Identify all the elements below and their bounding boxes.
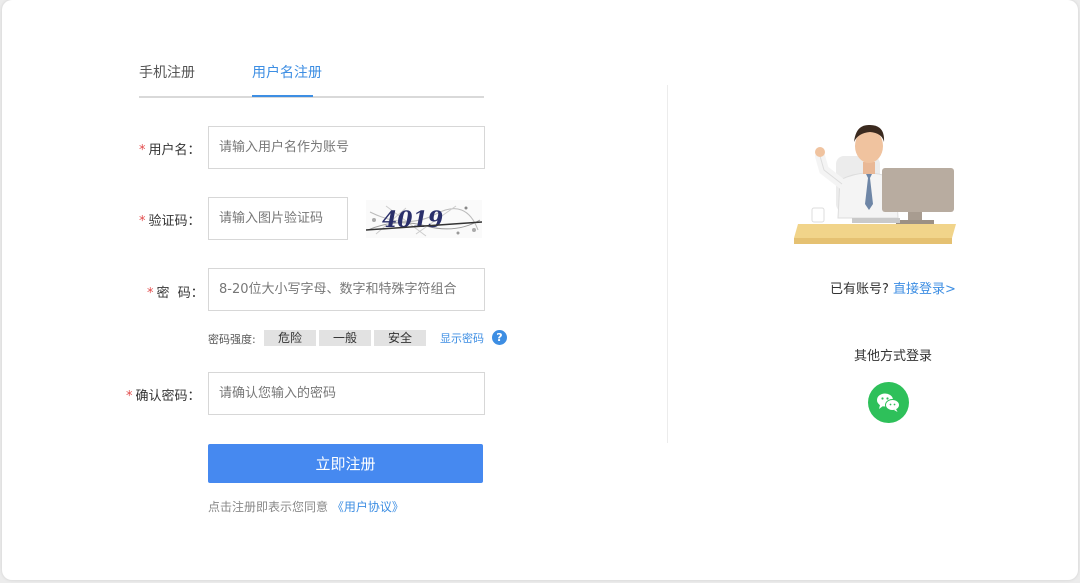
username-label-text: 用户名： bbox=[148, 143, 201, 158]
strength-level-safe: 安全 bbox=[374, 330, 426, 346]
captcha-graphic: 4019 bbox=[365, 200, 483, 238]
required-mark: * bbox=[126, 389, 133, 404]
required-mark: * bbox=[139, 143, 146, 158]
username-input[interactable] bbox=[208, 126, 485, 169]
help-icon[interactable]: ? bbox=[492, 330, 507, 345]
password-label-text: 密 码： bbox=[156, 286, 204, 301]
captcha-label-text: 验证码： bbox=[148, 214, 201, 229]
have-account-text: 已有账号? 直接登录> bbox=[830, 278, 956, 297]
strength-level-medium: 一般 bbox=[319, 330, 371, 346]
required-mark: * bbox=[139, 214, 146, 229]
password-label: * 密 码： bbox=[147, 282, 204, 301]
tab-phone-register[interactable]: 手机注册 bbox=[139, 62, 195, 82]
register-card: 手机注册 用户名注册 *用户名： *验证码： 4019 *密 码： 密码强度: … bbox=[2, 0, 1078, 580]
captcha-text: 4019 bbox=[382, 207, 443, 233]
password-input[interactable] bbox=[208, 268, 485, 311]
strength-label: 密码强度: bbox=[208, 333, 256, 346]
person-at-desk-illustration bbox=[794, 124, 956, 244]
strength-level-danger: 危险 bbox=[264, 330, 316, 346]
office-illustration bbox=[790, 118, 956, 248]
wechat-icon bbox=[877, 393, 900, 412]
direct-login-link[interactable]: 直接登录> bbox=[893, 282, 956, 297]
confirm-password-label: * 确认密码： bbox=[126, 385, 201, 404]
vertical-divider bbox=[667, 85, 668, 443]
user-agreement-link[interactable]: 《用户协议》 bbox=[332, 500, 404, 514]
register-button[interactable]: 立即注册 bbox=[208, 444, 483, 483]
show-password-link[interactable]: 显示密码 bbox=[440, 330, 484, 346]
confirm-password-input[interactable] bbox=[208, 372, 485, 415]
have-account-prefix: 已有账号? bbox=[830, 282, 889, 297]
other-login-label: 其他方式登录 bbox=[854, 349, 933, 364]
captcha-input[interactable] bbox=[208, 197, 348, 240]
agreement-prefix: 点击注册即表示您同意 bbox=[208, 500, 329, 514]
confirm-password-label-text: 确认密码： bbox=[135, 389, 201, 404]
agreement-text: 点击注册即表示您同意 《用户协议》 bbox=[208, 498, 404, 515]
register-tabs: 手机注册 用户名注册 bbox=[139, 58, 484, 98]
username-label: * 用户名： bbox=[139, 139, 201, 158]
captcha-label: * 验证码： bbox=[139, 210, 201, 229]
tab-username-register[interactable]: 用户名注册 bbox=[252, 62, 322, 82]
active-tab-indicator bbox=[252, 95, 313, 97]
wechat-login-button[interactable] bbox=[868, 382, 909, 423]
captcha-image[interactable]: 4019 bbox=[365, 200, 483, 238]
required-mark: * bbox=[147, 286, 154, 301]
